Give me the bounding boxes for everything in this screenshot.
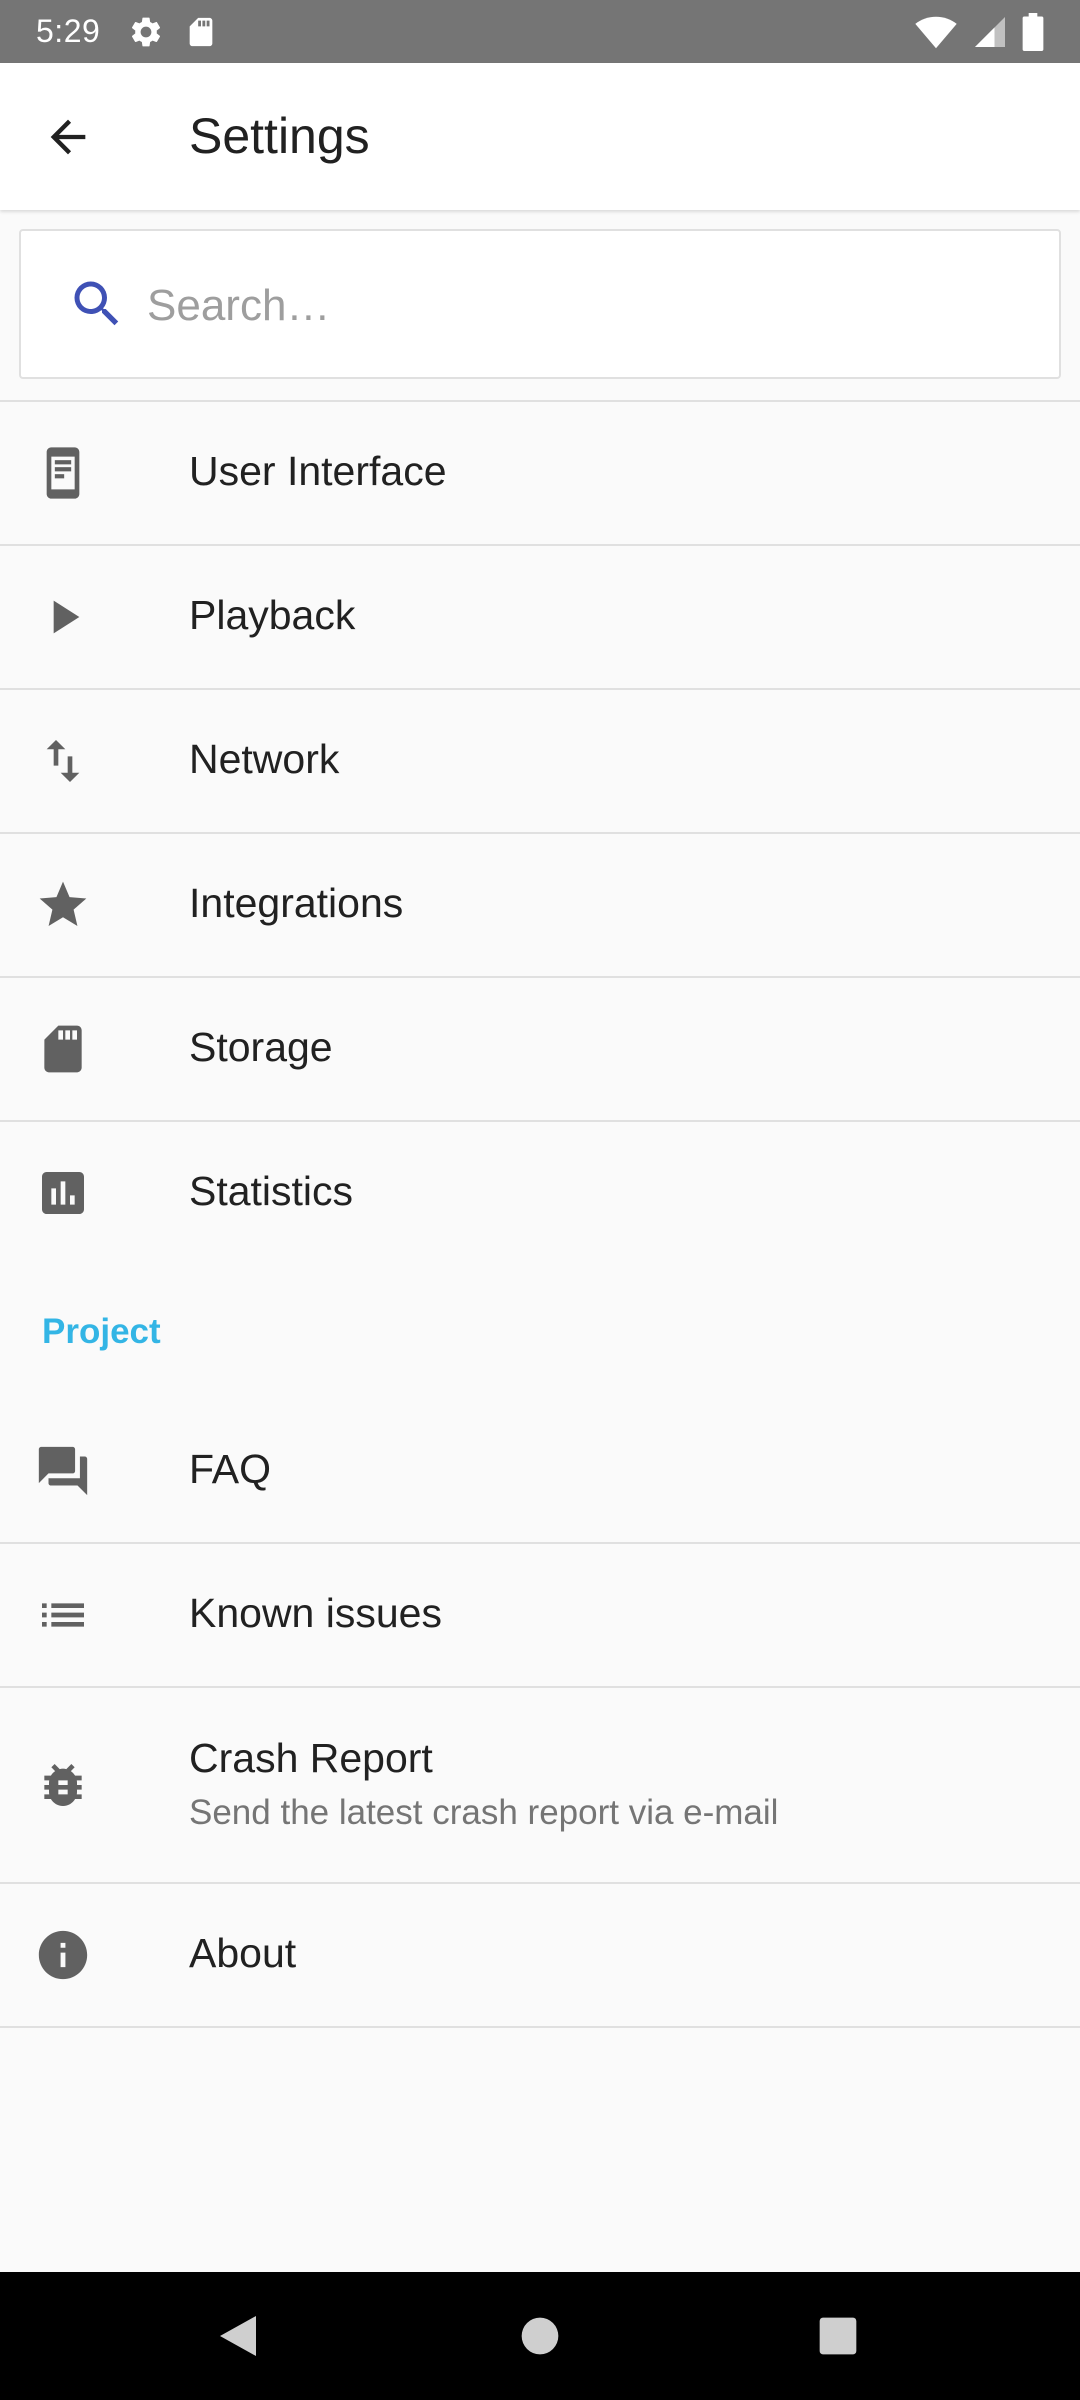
search-input[interactable]	[147, 261, 1027, 351]
app-bar: Settings	[0, 63, 1080, 210]
pref-title: FAQ	[189, 1446, 272, 1492]
search-icon	[67, 274, 127, 334]
search-bar[interactable]	[19, 229, 1061, 379]
wifi-icon	[914, 14, 958, 50]
status-time: 5:29	[36, 13, 101, 49]
signal-icon	[972, 14, 1008, 50]
pref-network[interactable]: Network	[0, 690, 1080, 832]
swap-vertical-icon	[31, 729, 95, 793]
bar-chart-icon	[31, 1161, 95, 1225]
pref-crash-report[interactable]: Crash Report Send the latest crash repor…	[0, 1688, 1080, 1882]
info-icon	[31, 1923, 95, 1987]
divider	[0, 2026, 1080, 2028]
pref-about[interactable]: About	[0, 1884, 1080, 2026]
pref-playback[interactable]: Playback	[0, 546, 1080, 688]
pref-integrations[interactable]: Integrations	[0, 834, 1080, 976]
pref-title: Network	[189, 736, 340, 782]
settings-icon	[128, 14, 164, 50]
list-icon	[31, 1583, 95, 1647]
pref-summary: Send the latest crash report via e-mail	[189, 1793, 779, 1832]
pref-title: Crash Report	[189, 1735, 433, 1781]
forum-icon	[31, 1439, 95, 1503]
system-navigation-bar	[0, 2272, 1080, 2400]
nav-home-icon[interactable]	[500, 2296, 580, 2376]
status-bar: 5:29	[0, 0, 1080, 63]
pref-title: User Interface	[189, 448, 447, 494]
pref-title: About	[189, 1930, 297, 1976]
play-icon	[31, 585, 95, 649]
category-project: Project	[42, 1312, 161, 1351]
sd-card-icon	[31, 1017, 95, 1081]
sd-card-icon	[184, 14, 218, 50]
back-button[interactable]	[0, 63, 146, 210]
page-title: Settings	[189, 108, 370, 164]
pref-storage[interactable]: Storage	[0, 978, 1080, 1120]
pref-title: Known issues	[189, 1590, 442, 1636]
status-system-icons	[914, 12, 1044, 51]
star-icon	[31, 873, 95, 937]
pref-user-interface[interactable]: User Interface	[0, 402, 1080, 544]
bug-icon	[31, 1753, 95, 1817]
pref-statistics[interactable]: Statistics	[0, 1122, 1080, 1264]
pref-title: Statistics	[189, 1168, 354, 1214]
nav-recents-icon[interactable]	[798, 2296, 878, 2376]
pref-known-issues[interactable]: Known issues	[0, 1544, 1080, 1686]
pref-title: Playback	[189, 592, 356, 638]
pref-title: Storage	[189, 1024, 333, 1070]
arrow-back-icon[interactable]	[40, 109, 96, 165]
nav-back-icon[interactable]	[198, 2296, 278, 2376]
status-notification-icons	[128, 14, 218, 50]
pref-faq[interactable]: FAQ	[0, 1400, 1080, 1542]
user-interface-icon	[31, 441, 95, 505]
pref-title: Integrations	[189, 880, 404, 926]
battery-icon	[1022, 12, 1044, 51]
